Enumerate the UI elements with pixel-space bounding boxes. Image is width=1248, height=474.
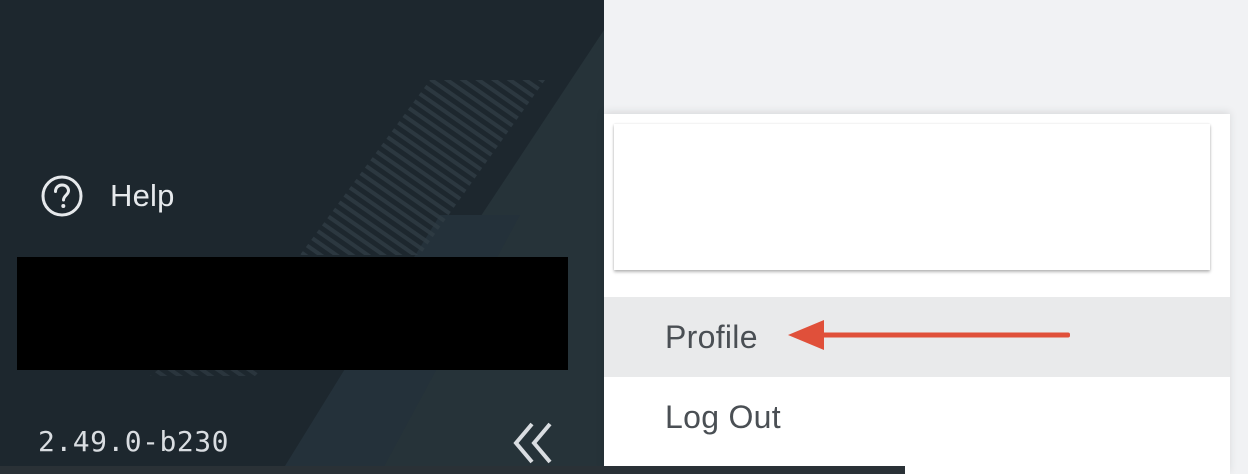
bottom-scrollbar (0, 466, 905, 474)
sidebar: Help 2.49.0-b230 (0, 0, 604, 474)
app-root: Help 2.49.0-b230 Profile Log Out (0, 0, 1248, 474)
double-chevron-left-icon[interactable] (510, 420, 558, 466)
account-dropdown-menu: Profile Log Out (604, 114, 1230, 474)
annotation-arrow-icon (788, 320, 1070, 350)
menu-item-label: Log Out (665, 398, 781, 435)
sidebar-background-pattern (0, 0, 604, 474)
redacted-content (17, 257, 568, 370)
menu-item-label: Profile (665, 318, 758, 355)
help-circle-icon (41, 175, 83, 217)
help-label: Help (110, 178, 175, 213)
account-info-card (614, 124, 1210, 270)
menu-item-log-out[interactable]: Log Out (604, 377, 1230, 457)
help-nav-item[interactable]: Help (40, 173, 175, 219)
version-label: 2.49.0-b230 (38, 425, 229, 458)
